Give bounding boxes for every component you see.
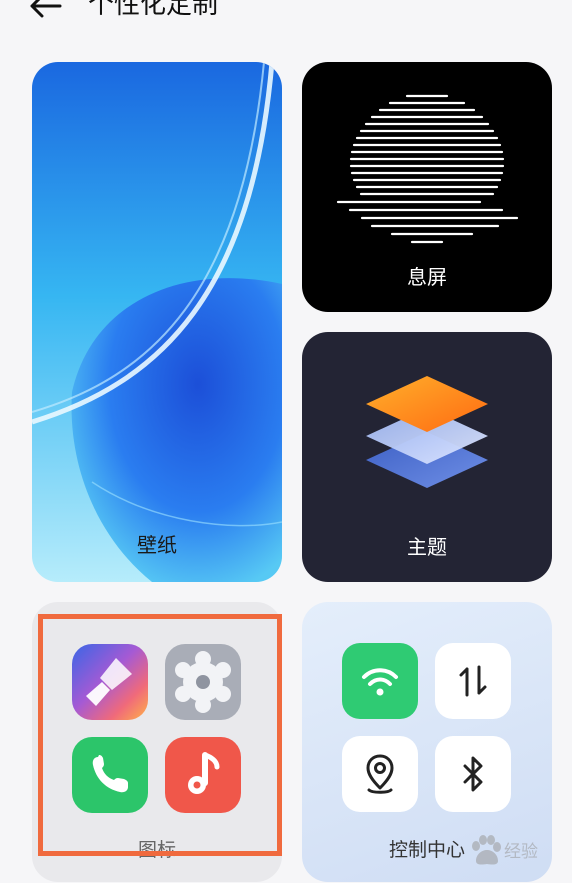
phone-app-icon <box>72 737 148 813</box>
music-app-icon <box>165 737 241 813</box>
wallpaper-card[interactable]: 壁纸 <box>32 62 282 582</box>
aod-label: 息屏 <box>407 265 447 289</box>
watermark-text: 经验 <box>504 842 538 862</box>
always-on-display-card[interactable]: 息屏 <box>302 62 552 312</box>
bluetooth-toggle <box>435 736 511 812</box>
up-down-arrows-icon <box>459 665 487 697</box>
wifi-toggle <box>342 643 418 719</box>
location-pin-icon <box>366 754 394 794</box>
icons-card[interactable]: 图标 <box>32 602 282 882</box>
page-title: 个性化定制 <box>88 0 219 20</box>
mobile-data-toggle <box>435 643 511 719</box>
paw-logo-icon <box>472 835 501 865</box>
back-arrow-icon[interactable] <box>26 0 66 26</box>
settings-app-icon <box>165 644 241 720</box>
baidu-jingyan-watermark: 经验 <box>468 830 564 870</box>
top-bar: 个性化定制 <box>0 0 572 40</box>
location-toggle <box>342 736 418 812</box>
icons-label: 图标 <box>137 839 176 861</box>
wifi-icon <box>362 668 398 696</box>
theme-card[interactable]: 主题 <box>302 332 552 582</box>
wallpaper-preview-image <box>32 62 282 582</box>
wallpaper-label: 壁纸 <box>137 533 177 557</box>
paint-brush-app-icon <box>72 644 148 720</box>
theme-label: 主题 <box>407 535 447 559</box>
bluetooth-icon <box>463 756 483 792</box>
